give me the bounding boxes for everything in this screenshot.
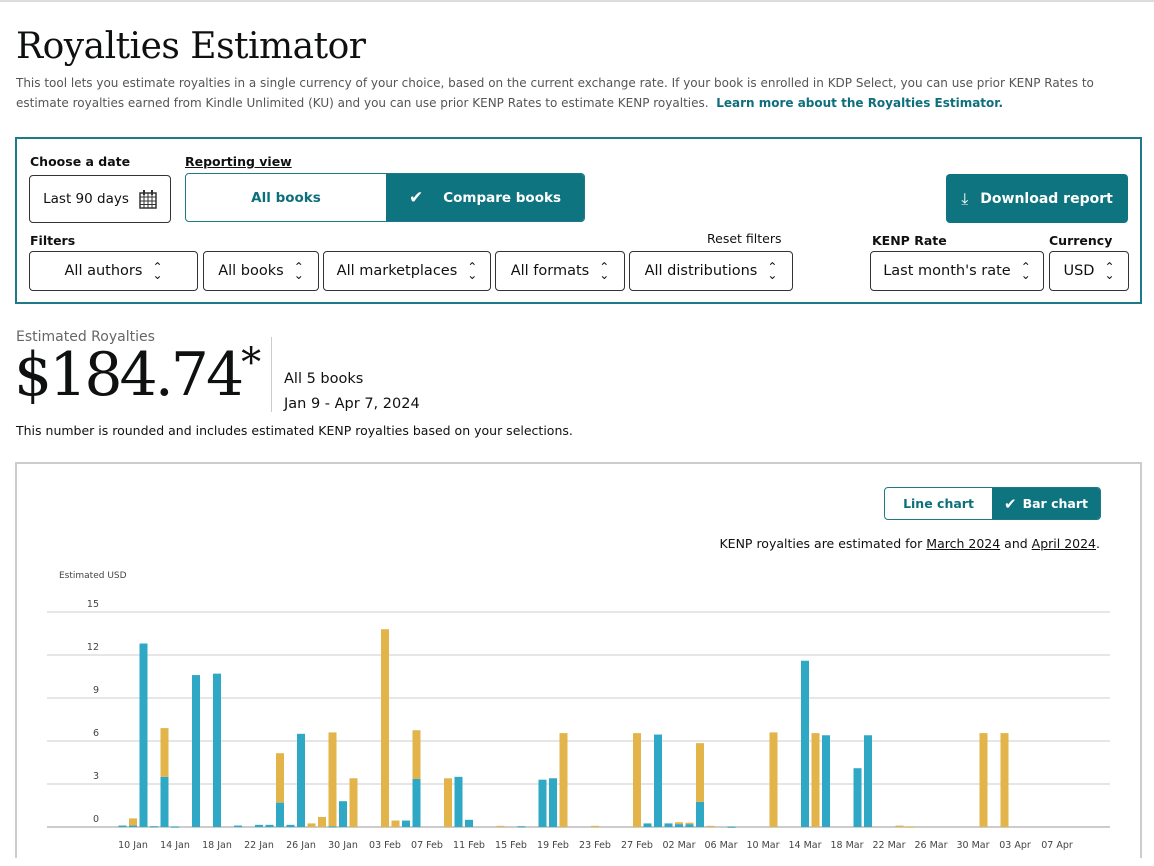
bar <box>297 733 305 827</box>
bar <box>381 629 389 827</box>
bar <box>160 776 169 827</box>
x-tick-label: 18 Mar <box>830 840 863 851</box>
bar <box>654 734 662 827</box>
bar <box>276 753 284 803</box>
bar <box>328 732 337 827</box>
bar <box>706 825 715 827</box>
bar <box>412 778 421 827</box>
bar <box>979 733 988 827</box>
bar <box>822 735 830 827</box>
x-tick-label: 10 Jan <box>118 840 148 851</box>
y-tick-label: 0 <box>93 814 99 825</box>
bar <box>328 826 337 828</box>
x-tick-label: 22 Mar <box>872 840 905 851</box>
bar <box>465 819 473 827</box>
bar <box>538 779 547 827</box>
bar <box>591 825 599 827</box>
bar <box>402 820 410 827</box>
bar <box>801 660 809 827</box>
bar <box>265 824 274 827</box>
bar <box>559 733 568 827</box>
bar <box>129 818 137 826</box>
bar <box>696 743 704 802</box>
bar <box>339 801 347 827</box>
y-tick-label: 15 <box>87 599 99 610</box>
bar <box>286 824 295 827</box>
bar <box>664 823 673 827</box>
bar <box>160 728 169 777</box>
x-tick-label: 27 Feb <box>621 840 653 851</box>
bar <box>549 778 557 827</box>
bar <box>349 778 358 827</box>
bar <box>307 823 316 827</box>
bar <box>853 768 862 827</box>
bar <box>276 802 284 827</box>
bar <box>129 825 137 827</box>
bar <box>234 825 242 827</box>
bar <box>675 822 683 825</box>
y-tick-label: 9 <box>93 685 99 696</box>
bar <box>675 824 683 827</box>
bar <box>769 732 778 827</box>
bar <box>643 823 652 827</box>
x-tick-label: 07 Apr <box>1041 840 1073 851</box>
bar <box>1000 733 1009 827</box>
bar <box>213 673 221 827</box>
bar <box>444 778 452 827</box>
bar <box>633 733 641 827</box>
bar <box>496 825 505 827</box>
bar <box>811 733 820 827</box>
bar <box>864 735 872 827</box>
y-axis-label: Estimated USD <box>59 571 127 581</box>
x-tick-label: 19 Feb <box>537 840 569 851</box>
bar <box>454 776 463 827</box>
x-tick-label: 26 Jan <box>286 840 316 851</box>
x-tick-label: 14 Jan <box>160 840 190 851</box>
x-tick-label: 03 Apr <box>999 840 1031 851</box>
x-tick-label: 30 Jan <box>328 840 358 851</box>
bar <box>685 824 694 827</box>
x-tick-label: 15 Feb <box>495 840 527 851</box>
bar <box>727 826 736 828</box>
x-tick-label: 22 Jan <box>244 840 274 851</box>
x-tick-label: 02 Mar <box>662 840 695 851</box>
x-tick-label: 26 Mar <box>914 840 947 851</box>
x-tick-label: 03 Feb <box>369 840 401 851</box>
x-tick-label: 23 Feb <box>579 840 611 851</box>
bar <box>391 820 400 827</box>
x-tick-label: 18 Jan <box>202 840 232 851</box>
y-tick-label: 12 <box>87 642 99 653</box>
x-tick-label: 06 Mar <box>704 840 737 851</box>
bar <box>318 816 326 827</box>
bar <box>139 643 148 827</box>
x-tick-label: 30 Mar <box>956 840 989 851</box>
bar <box>255 824 263 827</box>
bar <box>685 822 694 825</box>
bar <box>517 826 526 828</box>
bar <box>895 825 904 827</box>
bar <box>171 826 179 828</box>
bar <box>906 826 914 828</box>
x-tick-label: 10 Mar <box>746 840 779 851</box>
bar <box>412 730 421 779</box>
x-tick-label: 11 Feb <box>453 840 485 851</box>
bar <box>118 825 127 827</box>
y-tick-label: 3 <box>93 771 99 782</box>
bar <box>696 801 704 827</box>
bar <box>150 826 158 828</box>
x-tick-label: 14 Mar <box>788 840 821 851</box>
x-tick-label: 07 Feb <box>411 840 443 851</box>
bar <box>192 675 200 827</box>
bar-chart: Estimated USD 0 3 6 9 12 15 10 Jan 14 Jan 18 Jan… <box>47 571 1110 851</box>
y-tick-label: 6 <box>93 728 99 739</box>
